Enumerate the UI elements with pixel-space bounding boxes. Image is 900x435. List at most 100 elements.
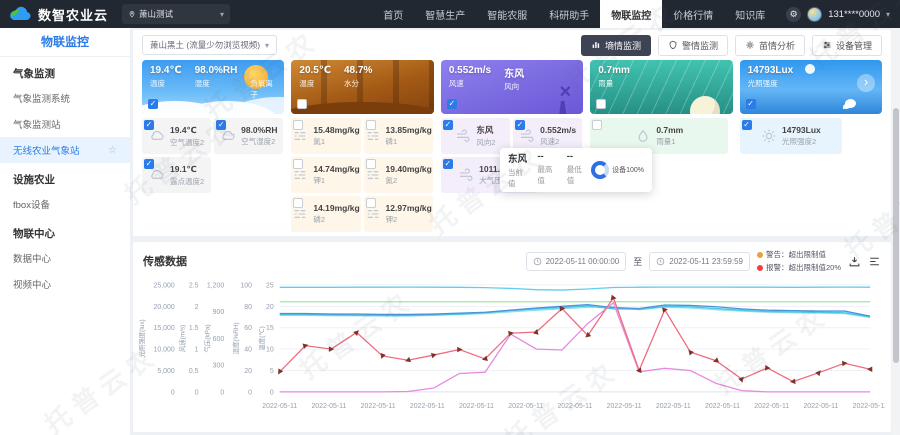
- sensor-chart: 25,00020,00015,00010,0005,0000光照强度(lux)2…: [139, 277, 885, 424]
- nav-item-物联监控[interactable]: 物联监控: [600, 0, 662, 28]
- sidebar-item-气象监测站[interactable]: 气象监测站: [0, 111, 130, 137]
- svg-text:0: 0: [248, 389, 252, 396]
- scrollbar-thumb[interactable]: [893, 108, 899, 363]
- sensor-item-钾1[interactable]: 14.74mg/kg钾1: [291, 157, 360, 193]
- sidebar-item-气象监测系统[interactable]: 气象监测系统: [0, 85, 130, 111]
- sensor-value: 东风: [476, 124, 495, 136]
- sensor-item-空气温度2[interactable]: ✓19.4℃空气温度2: [142, 118, 211, 154]
- navbar-right: ⚙ 131****0000 ▾: [776, 7, 900, 22]
- sidebar-item-label: 数据中心: [13, 251, 51, 265]
- sensor-item-氮1[interactable]: 15.48mg/kg氮1: [291, 118, 360, 154]
- sensor-item-风向2[interactable]: ✓东风风向2: [441, 118, 510, 154]
- wind-tooltip: 东风当前值--最高值--最低值 设备100%: [500, 148, 652, 192]
- date-from-input[interactable]: 2022-05-11 00:00:00: [526, 252, 627, 271]
- date-to-input[interactable]: 2022-05-11 23:59:59: [649, 252, 750, 271]
- sensor-item-钾2[interactable]: 12.97mg/kg钾2: [364, 196, 433, 232]
- sensor-checkbox[interactable]: [592, 120, 602, 130]
- svg-text:20: 20: [244, 368, 252, 375]
- sensor-item-光照强度2[interactable]: ✓14793Lux光照强度2: [740, 118, 843, 154]
- wind-direction-marker: [815, 368, 823, 376]
- card-checkbox[interactable]: [596, 99, 606, 109]
- nav-item-首页[interactable]: 首页: [372, 0, 414, 28]
- sensor-value: 98.0%RH: [241, 125, 277, 135]
- legend-dot: [757, 265, 763, 271]
- svg-text:2022-05-11: 2022-05-11: [705, 403, 740, 410]
- svg-text:2.5: 2.5: [189, 282, 199, 289]
- sensor-checkbox[interactable]: [293, 159, 303, 169]
- list-menu-icon[interactable]: [868, 255, 881, 268]
- nav-item-知识库[interactable]: 知识库: [724, 0, 776, 28]
- svg-text:2022-05-11: 2022-05-11: [508, 403, 543, 410]
- monitor-panel: 萧山黑土 (流量少勿浏览视频) ▾ 墒情监测警情监测 苗情分析 设备管理 19.4℃…: [133, 30, 891, 236]
- sensor-text: 13.85mg/kg磷1: [386, 125, 432, 147]
- carousel-next-button[interactable]: ›: [857, 74, 875, 92]
- download-icon[interactable]: [848, 255, 861, 268]
- sensor-checkbox[interactable]: ✓: [515, 120, 525, 130]
- card-checkbox[interactable]: ✓: [447, 99, 457, 109]
- sensor-label: 雨量1: [656, 136, 683, 147]
- sensor-label: 磷1: [386, 136, 432, 147]
- clock-icon: [533, 257, 542, 266]
- sensor-text: 14.74mg/kg钾1: [313, 164, 359, 186]
- sensor-label: 空气湿度2: [241, 136, 277, 147]
- sensor-checkbox[interactable]: ✓: [144, 159, 154, 169]
- nav-item-智慧生产[interactable]: 智慧生产: [414, 0, 476, 28]
- sensor-checkbox[interactable]: ✓: [443, 159, 453, 169]
- weather-card-soil[interactable]: 20.5℃温度48.7%水分: [291, 60, 433, 114]
- sensor-item-空气湿度2[interactable]: ✓ 98.0%RH空气湿度2: [214, 118, 283, 154]
- nav-item-科研助手[interactable]: 科研助手: [538, 0, 600, 28]
- avatar[interactable]: [807, 7, 822, 22]
- sensor-item-磷2[interactable]: 14.19mg/kg磷2: [291, 196, 360, 232]
- card-checkbox[interactable]: ✓: [148, 99, 158, 109]
- wind-direction-marker: [457, 347, 462, 353]
- sensor-checkbox[interactable]: ✓: [144, 120, 154, 130]
- chart-legend: 警告：超出限制值报警：超出限制值20%: [757, 249, 841, 273]
- sensor-item-露点温度2[interactable]: ✓19.1℃露点温度2: [142, 157, 211, 193]
- sensor-text: 0.552m/s风速2: [540, 125, 576, 147]
- sensor-item-磷1[interactable]: 13.85mg/kg磷1: [364, 118, 433, 154]
- sidebar-item-视频中心[interactable]: 视频中心: [0, 271, 130, 297]
- sidebar-item-数据中心[interactable]: 数据中心: [0, 245, 130, 271]
- device-select[interactable]: 萧山黑土 (流量少勿浏览视频) ▾: [142, 35, 277, 55]
- nav-item-智能农服[interactable]: 智能农服: [476, 0, 538, 28]
- region-select[interactable]: 萧山测试 ▾: [122, 4, 230, 24]
- weather-card-wind[interactable]: 0.552m/s风速东风风向✓: [441, 60, 583, 114]
- metric-value: 东风: [504, 65, 524, 80]
- sensor-column-cream: 15.48mg/kg氮1 13.85mg/kg磷1 14.74mg/kg钾119.4…: [291, 118, 433, 232]
- tooltip-stat: 东风当前值: [508, 151, 527, 189]
- card-checkbox[interactable]: ✓: [746, 99, 756, 109]
- scrollbar[interactable]: [892, 28, 900, 435]
- toolbar-button-苗情分析[interactable]: 苗情分析: [735, 35, 805, 56]
- svg-text:光照强度(lux): 光照强度(lux): [139, 319, 146, 357]
- user-account[interactable]: 131****0000: [828, 9, 880, 20]
- sensor-checkbox[interactable]: ✓: [742, 120, 752, 130]
- svg-text:气压(kPa): 气压(kPa): [202, 324, 211, 352]
- toolbar-button-label: 苗情分析: [759, 39, 795, 52]
- gear-icon[interactable]: ⚙: [786, 7, 801, 22]
- loading-spinner-icon: [591, 161, 609, 179]
- sensor-checkbox[interactable]: ✓: [216, 120, 226, 130]
- soil-icon: [365, 167, 381, 183]
- card-checkbox[interactable]: [297, 99, 307, 109]
- star-icon[interactable]: ☆: [108, 145, 117, 156]
- sensor-checkbox[interactable]: [366, 120, 376, 130]
- weather-card-rain[interactable]: 0.7mm雨量: [590, 60, 732, 114]
- sidebar-item-fbox设备[interactable]: fbox设备: [0, 191, 130, 217]
- toolbar-button-墒情监测[interactable]: 墒情监测: [581, 35, 651, 56]
- sidebar-groups: 气象监测气象监测系统气象监测站无线农业气象站☆设施农业fbox设备物联中心数据中…: [0, 57, 130, 297]
- sensor-checkbox[interactable]: [293, 120, 303, 130]
- card-metric: 东风风向: [504, 65, 524, 92]
- sidebar-item-无线农业气象站[interactable]: 无线农业气象站☆: [0, 137, 130, 163]
- sensor-checkbox[interactable]: [366, 159, 376, 169]
- svg-text:80: 80: [244, 304, 252, 311]
- sensor-item-氮2[interactable]: 19.40mg/kg氮2: [364, 157, 433, 193]
- sensor-column-gray: ✓19.4℃空气温度2✓98.0%RH空气湿度2✓19.1℃露点温度2: [142, 118, 284, 193]
- toolbar-button-警情监测[interactable]: 警情监测: [658, 35, 728, 56]
- sensor-checkbox[interactable]: [293, 198, 303, 208]
- toolbar-button-设备管理[interactable]: 设备管理: [812, 35, 882, 56]
- wind-direction-marker: [867, 366, 872, 372]
- nav-item-价格行情[interactable]: 价格行情: [662, 0, 724, 28]
- weather-card-sky[interactable]: 19.4℃温度98.0%RH湿度负氧离子✓: [142, 60, 284, 114]
- sensor-checkbox[interactable]: ✓: [443, 120, 453, 130]
- sensor-checkbox[interactable]: [366, 198, 376, 208]
